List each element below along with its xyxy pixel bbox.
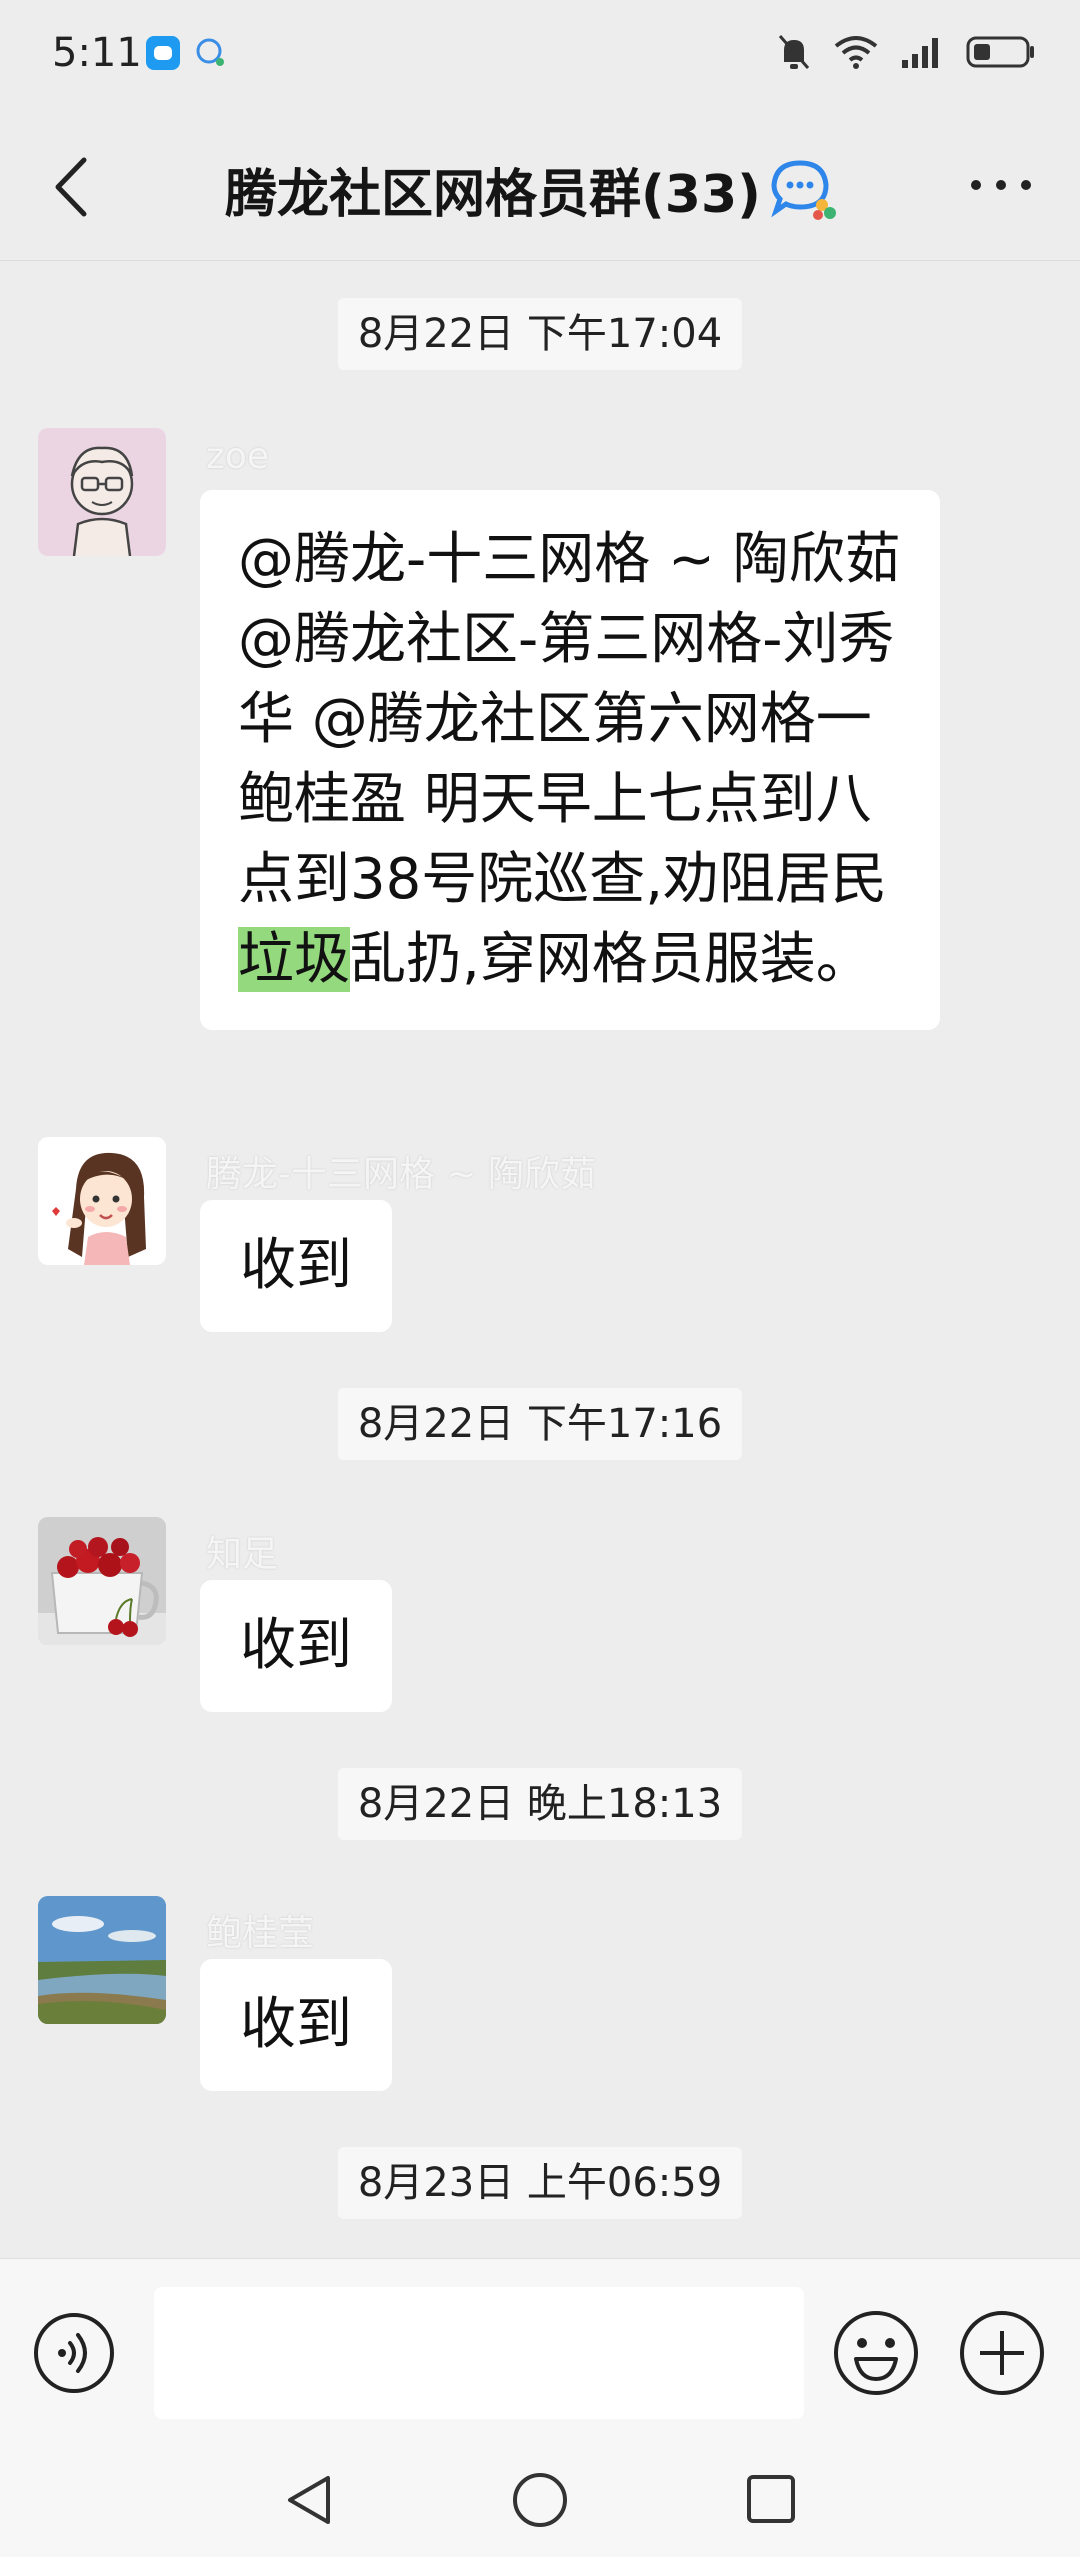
- sender-name: 知足: [206, 1534, 279, 1575]
- cartoon-girl-avatar-image: [52, 1152, 146, 1265]
- sender-name: zoe: [206, 436, 270, 477]
- nav-back-icon[interactable]: [282, 2472, 338, 2528]
- highlighted-keyword: 垃圾: [238, 927, 350, 992]
- avatar-zhizu[interactable]: [38, 1517, 166, 1645]
- input-bar: [0, 2258, 1080, 2439]
- sender-name: 鲍桂莹: [206, 1913, 315, 1954]
- nav-recent-apps-icon[interactable]: [744, 2472, 798, 2526]
- message-bubble[interactable]: 收到: [200, 1580, 392, 1712]
- message-text: 收到: [240, 1233, 352, 1298]
- emoji-icon[interactable]: [832, 2309, 920, 2397]
- river-landscape-avatar-image: [38, 1896, 166, 2024]
- message-input[interactable]: [154, 2287, 804, 2419]
- system-nav-bar: [0, 2438, 1080, 2557]
- status-icons: [776, 32, 1036, 72]
- sketch-avatar-image: [70, 446, 134, 556]
- more-dots-icon[interactable]: [966, 170, 1036, 200]
- mute-bell-icon: [778, 35, 810, 69]
- avatar-zoe[interactable]: [38, 428, 166, 556]
- message-text-part: 乱扔,穿网格员服装。: [350, 927, 872, 992]
- status-bar: 5:11: [0, 0, 1080, 110]
- title-bar: 腾龙社区网格员群(33): [0, 110, 1080, 261]
- message-bubble[interactable]: 收到: [200, 1959, 392, 2091]
- plus-icon[interactable]: [958, 2309, 1046, 2397]
- timestamp-chip: 8月22日 下午17:04: [337, 298, 743, 370]
- chat-app-icon: [196, 38, 224, 66]
- message-text: 收到: [240, 1992, 352, 2057]
- message-text-part: @腾龙-十三网格 ~ 陶欣茹 @腾龙社区-第三网格-刘秀华 @腾龙社区第六网格一…: [238, 527, 901, 912]
- message-text: @腾龙-十三网格 ~ 陶欣茹 @腾龙社区-第三网格-刘秀华 @腾龙社区第六网格一…: [238, 520, 902, 1000]
- message-text: 收到: [240, 1613, 352, 1678]
- chat-title: 腾龙社区网格员群(33): [225, 165, 761, 225]
- avatar-baoguiying[interactable]: [38, 1896, 166, 2024]
- timestamp-chip: 8月22日 晚上18:13: [337, 1768, 743, 1840]
- cherries-avatar-image: [38, 1517, 166, 1645]
- qq-app-icon: [146, 36, 180, 70]
- message-bubble[interactable]: 收到: [200, 1200, 392, 1332]
- back-arrow-icon[interactable]: [44, 152, 104, 222]
- avatar-taoxinru[interactable]: [38, 1137, 166, 1265]
- message-bubble[interactable]: @腾龙-十三网格 ~ 陶欣茹 @腾龙社区-第三网格-刘秀华 @腾龙社区第六网格一…: [200, 490, 940, 1030]
- sender-name: 腾龙-十三网格 ~ 陶欣茹: [206, 1154, 597, 1195]
- voice-icon[interactable]: [32, 2311, 116, 2395]
- group-chat-icon: [771, 160, 836, 220]
- signal-icon: [902, 38, 938, 68]
- wifi-icon: [834, 36, 878, 69]
- battery-icon: [966, 36, 1034, 68]
- status-time: 5:11: [52, 30, 142, 76]
- timestamp-chip: 8月22日 下午17:16: [337, 1388, 743, 1460]
- timestamp-chip: 8月23日 上午06:59: [337, 2147, 743, 2219]
- nav-home-icon[interactable]: [510, 2470, 570, 2530]
